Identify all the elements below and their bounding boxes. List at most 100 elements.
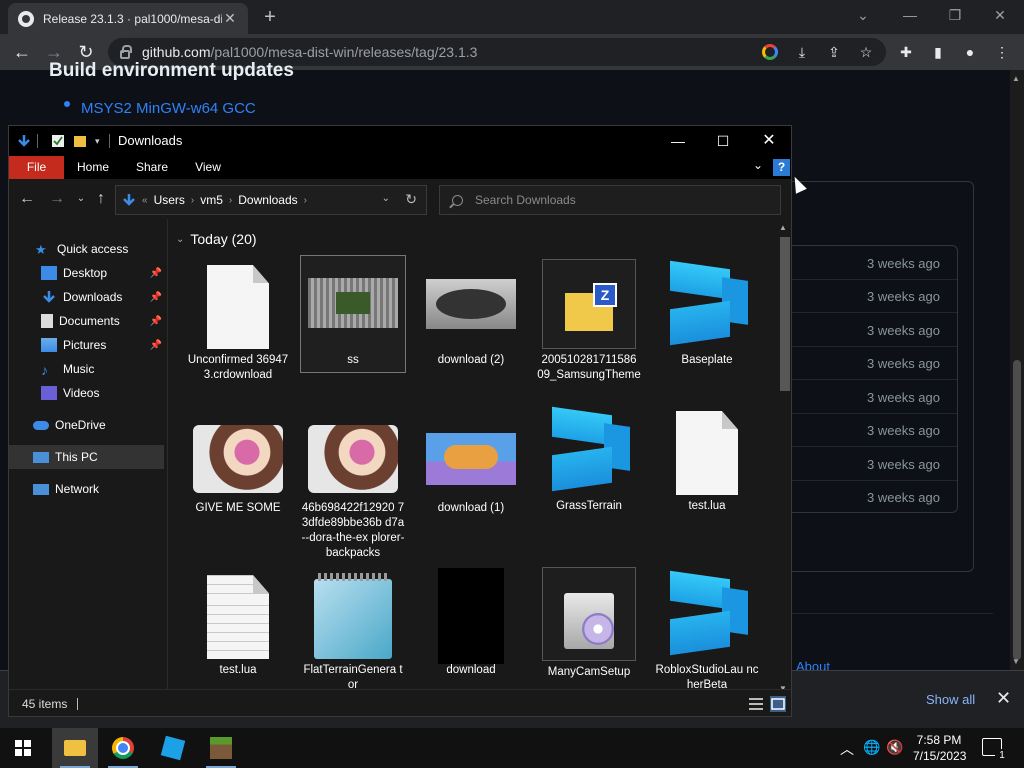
profile-avatar-icon[interactable]: ● xyxy=(962,44,978,60)
new-folder-icon[interactable] xyxy=(73,134,87,148)
explorer-address-bar[interactable]: « Users › vm5 › Downloads › ⌄ ↻ xyxy=(115,185,427,215)
nav-item-videos[interactable]: Videos xyxy=(9,381,164,405)
nav-item-music[interactable]: ♪ Music xyxy=(9,357,164,381)
file-item[interactable]: RobloxStudioLau ncherBeta xyxy=(655,569,759,693)
close-download-shelf-icon[interactable]: ✕ xyxy=(996,688,1011,709)
file-item[interactable]: FlatTerrainGenera tor xyxy=(301,573,405,693)
scroll-up-arrow-icon[interactable]: ▲ xyxy=(1012,74,1020,83)
breadcrumb-downloads[interactable]: Downloads xyxy=(238,193,297,207)
expand-ribbon-chevron-icon[interactable]: ⌄ xyxy=(753,158,763,172)
taskbar-roblox-studio[interactable] xyxy=(150,728,196,768)
scroll-down-arrow-icon[interactable]: ▼ xyxy=(1012,657,1020,666)
asset-row[interactable]: 3 weeks ago xyxy=(790,447,957,481)
file-item[interactable]: Baseplate xyxy=(655,259,759,368)
explorer-minimize-button[interactable]: — xyxy=(656,129,700,153)
breadcrumb-users[interactable]: Users xyxy=(154,193,185,207)
notification-center-icon[interactable]: 1 xyxy=(982,738,1009,763)
asset-row[interactable]: 3 weeks ago xyxy=(790,380,957,414)
asset-row[interactable]: 3 weeks ago xyxy=(790,413,957,447)
ribbon-tab-file[interactable]: File xyxy=(9,156,64,179)
help-button[interactable]: ? xyxy=(773,159,790,176)
search-input[interactable] xyxy=(475,193,755,207)
install-app-icon[interactable]: ⤓ xyxy=(794,44,810,60)
ribbon-tab-view[interactable]: View xyxy=(185,156,231,179)
group-header-today[interactable]: ⌄ Today (20) xyxy=(176,231,257,247)
close-window-button[interactable]: ✕ xyxy=(985,4,1015,26)
file-item[interactable]: Unconfirmed 369473.crdownload xyxy=(186,259,290,383)
start-button[interactable] xyxy=(0,728,46,768)
nav-item-pictures[interactable]: Pictures 📌 xyxy=(9,333,164,357)
recent-locations-chevron-icon[interactable]: ⌄ xyxy=(71,189,91,209)
file-item[interactable]: 200510281711586 09_SamsungTheme xyxy=(537,259,641,383)
file-item[interactable]: 46b698422f12920 73dfde89bbe36b d7a--dora… xyxy=(301,421,405,561)
side-panel-icon[interactable]: ▮ xyxy=(930,44,946,60)
file-item[interactable]: download xyxy=(419,568,523,678)
chrome-menu-icon[interactable]: ⋮ xyxy=(994,44,1010,60)
up-one-level-button[interactable]: ↑ xyxy=(91,189,111,209)
large-icons-view-icon[interactable] xyxy=(770,696,786,712)
file-item[interactable]: GrassTerrain xyxy=(537,405,641,514)
nav-item-network[interactable]: Network xyxy=(9,477,164,501)
asset-row[interactable]: 3 weeks ago xyxy=(790,279,957,313)
explorer-back-button[interactable]: ← xyxy=(17,189,37,209)
asset-row[interactable]: 3 weeks ago xyxy=(790,313,957,347)
minimize-window-button[interactable]: — xyxy=(895,4,925,26)
asset-row[interactable]: 3 weeks ago xyxy=(790,346,957,380)
collapse-group-chevron-icon[interactable]: ⌄ xyxy=(176,234,184,245)
file-item[interactable]: ManyCamSetup xyxy=(537,567,641,680)
ribbon-tab-home[interactable]: Home xyxy=(69,156,117,179)
back-button[interactable]: ← xyxy=(10,40,34,64)
taskbar-file-explorer[interactable] xyxy=(52,728,98,768)
file-item[interactable]: test.lua xyxy=(655,405,759,514)
browser-tab-active[interactable]: Release 23.1.3 · pal1000/mesa-dis ✕ xyxy=(8,3,248,34)
nav-item-desktop[interactable]: Desktop 📌 xyxy=(9,261,164,285)
nav-item-this-pc[interactable]: This PC xyxy=(9,445,164,469)
nav-item-documents[interactable]: Documents 📌 xyxy=(9,309,164,333)
bookmark-star-icon[interactable]: ☆ xyxy=(858,44,874,60)
show-all-downloads-button[interactable]: Show all xyxy=(926,692,975,707)
tab-close-icon[interactable]: ✕ xyxy=(222,10,238,27)
refresh-icon[interactable]: ↻ xyxy=(405,191,417,208)
breadcrumb-chevron-icon[interactable]: › xyxy=(304,195,307,206)
lock-icon[interactable] xyxy=(120,44,132,59)
explorer-close-button[interactable]: ✕ xyxy=(747,129,791,153)
google-icon[interactable] xyxy=(762,44,778,60)
taskbar-chrome[interactable] xyxy=(100,728,146,768)
breadcrumb-chevron-icon[interactable]: › xyxy=(229,195,232,206)
address-history-dropdown-icon[interactable]: ⌄ xyxy=(382,193,390,204)
scrollbar-thumb[interactable] xyxy=(1013,360,1021,660)
explorer-titlebar[interactable]: ▾ Downloads — ☐ ✕ xyxy=(9,126,791,156)
explorer-forward-button[interactable]: → xyxy=(47,189,67,209)
file-item[interactable]: ss xyxy=(300,255,406,373)
explorer-vertical-scrollbar[interactable]: ▲ ▼ xyxy=(777,223,791,693)
scroll-up-arrow-icon[interactable]: ▲ xyxy=(779,223,787,232)
details-view-icon[interactable] xyxy=(748,696,764,712)
taskbar-minecraft[interactable] xyxy=(198,728,244,768)
explorer-maximize-button[interactable]: ☐ xyxy=(701,129,745,153)
file-item[interactable]: download (1) xyxy=(419,421,523,516)
asset-row[interactable]: 3 weeks ago xyxy=(790,246,957,280)
file-item[interactable]: download (2) xyxy=(419,259,523,368)
nav-item-downloads[interactable]: Downloads 📌 xyxy=(9,285,164,309)
nav-item-quick-access[interactable]: ★ Quick access xyxy=(9,237,164,261)
extensions-puzzle-icon[interactable]: ✚ xyxy=(898,44,914,60)
breadcrumb-overflow[interactable]: « xyxy=(142,195,148,206)
taskbar-clock[interactable]: 7:58 PM 7/15/2023 xyxy=(913,732,966,764)
asset-row[interactable]: 3 weeks ago xyxy=(790,480,957,514)
page-scrollbar[interactable]: ▲ ▼ xyxy=(1010,70,1024,670)
volume-muted-icon[interactable]: 🔇 xyxy=(886,739,903,756)
msys2-link[interactable]: MSYS2 MinGW-w64 GCC xyxy=(81,100,256,117)
customize-toolbar-dropdown-icon[interactable]: ▾ xyxy=(95,136,100,150)
share-icon[interactable]: ⇪ xyxy=(826,44,842,60)
scrollbar-thumb[interactable] xyxy=(780,237,790,391)
nav-item-onedrive[interactable]: OneDrive xyxy=(9,413,164,437)
new-tab-button[interactable]: + xyxy=(258,6,282,28)
explorer-search-box[interactable] xyxy=(439,185,781,215)
show-hidden-icons-chevron-icon[interactable]: ︿ xyxy=(840,739,854,759)
breadcrumb-chevron-icon[interactable]: › xyxy=(191,195,194,206)
properties-icon[interactable] xyxy=(51,134,65,148)
restore-window-button[interactable]: ❐ xyxy=(940,4,970,26)
tab-search-icon[interactable]: ⌄ xyxy=(848,4,878,26)
network-globe-icon[interactable]: 🌐 xyxy=(863,739,880,756)
ribbon-tab-share[interactable]: Share xyxy=(129,156,175,179)
